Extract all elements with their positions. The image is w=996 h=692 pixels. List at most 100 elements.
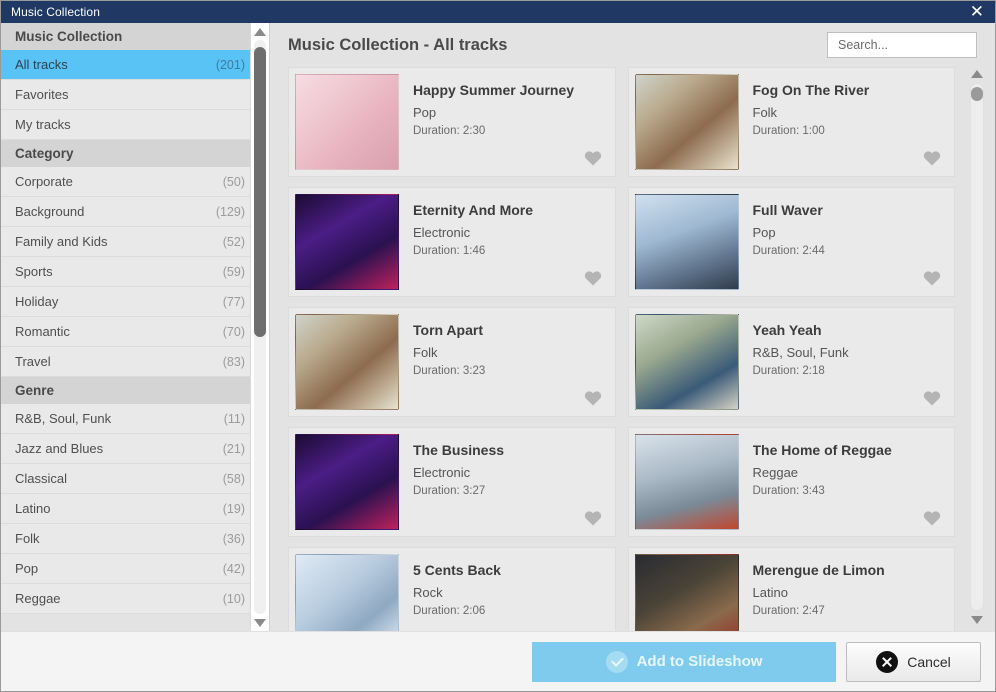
track-duration: Duration: 3:23 [413, 365, 486, 377]
sidebar-section-header: Genre [1, 377, 259, 404]
sidebar-item-count: (83) [222, 354, 245, 369]
track-card[interactable]: Torn Apart Folk Duration: 3:23 [288, 307, 616, 417]
cancel-label: Cancel [907, 653, 951, 670]
sidebar-item-latino[interactable]: Latino (19) [1, 494, 259, 524]
favorite-heart-icon[interactable] [584, 510, 602, 526]
sidebar-item-label: Romantic [15, 324, 70, 339]
favorite-heart-icon[interactable] [923, 510, 941, 526]
sidebar-item-count: (21) [222, 441, 245, 456]
sidebar-item-background[interactable]: Background (129) [1, 197, 259, 227]
track-duration: Duration: 3:27 [413, 485, 486, 497]
scroll-down-icon[interactable] [251, 614, 269, 631]
sidebar-item-jazz-and-blues[interactable]: Jazz and Blues (21) [1, 434, 259, 464]
tracks-scroll-thumb[interactable] [971, 87, 983, 101]
sidebar-scroll-thumb[interactable] [254, 47, 266, 337]
track-genre: R&B, Soul, Funk [752, 345, 849, 360]
track-card[interactable]: Eternity And More Electronic Duration: 1:4… [288, 187, 616, 297]
track-genre: Electronic [413, 465, 471, 480]
sidebar-item-label: Folk [15, 531, 40, 546]
sidebar-item-label: Classical [15, 471, 68, 486]
track-title: Merengue de Limon [752, 562, 885, 578]
track-card[interactable]: Yeah Yeah R&B, Soul, Funk Duration: 2:18 [627, 307, 955, 417]
sidebar-item-label: Sports [15, 264, 53, 279]
sidebar-item-count: (19) [222, 501, 245, 516]
track-card[interactable]: Merengue de Limon Latino Duration: 2:47 [627, 547, 955, 631]
sidebar-section-header: Music Collection [1, 23, 259, 50]
sidebar-item-count: (58) [222, 471, 245, 486]
sidebar-item-reggae[interactable]: Reggae (10) [1, 584, 259, 614]
track-duration: Duration: 2:06 [413, 605, 486, 617]
track-artwork [634, 434, 739, 530]
sidebar-item-label: R&B, Soul, Funk [15, 411, 112, 426]
search-input[interactable] [836, 37, 968, 53]
track-card[interactable]: The Business Electronic Duration: 3:27 [288, 427, 616, 537]
cancel-button[interactable]: Cancel [846, 641, 981, 682]
favorite-heart-icon[interactable] [923, 390, 941, 406]
close-circle-icon [876, 650, 899, 673]
close-icon[interactable]: ✕ [967, 3, 987, 21]
track-genre: Pop [413, 105, 437, 120]
track-artwork [634, 554, 739, 631]
sidebar-item-count: (50) [222, 174, 245, 189]
track-info: 5 Cents Back Rock Duration: 2:06 [405, 548, 615, 631]
sidebar-item-r-b-soul-funk[interactable]: R&B, Soul, Funk (11) [1, 404, 259, 434]
track-card[interactable]: 5 Cents Back Rock Duration: 2:06 [288, 547, 616, 631]
tracks-scrollbar[interactable] [967, 67, 987, 627]
scroll-up-icon[interactable] [251, 23, 269, 40]
sidebar-item-folk[interactable]: Folk (36) [1, 524, 259, 554]
sidebar-item-family-and-kids[interactable]: Family and Kids (52) [1, 227, 259, 257]
track-genre: Electronic [413, 225, 471, 240]
add-to-slideshow-button[interactable]: Add to Slideshow [532, 641, 836, 682]
sidebar-item-count: (201) [215, 57, 245, 72]
sidebar-item-classical[interactable]: Classical (58) [1, 464, 259, 494]
favorite-heart-icon[interactable] [923, 630, 941, 631]
track-info: Merengue de Limon Latino Duration: 2:47 [745, 548, 955, 631]
sidebar-scrollbar[interactable] [250, 23, 269, 631]
track-title: Yeah Yeah [752, 322, 822, 338]
sidebar-item-count: (10) [222, 591, 245, 606]
track-grid-viewport: Happy Summer Journey Pop Duration: 2:30 Fog… [270, 67, 995, 631]
track-card[interactable]: Full Waver Pop Duration: 2:44 [627, 187, 955, 297]
track-card[interactable]: Happy Summer Journey Pop Duration: 2:30 [288, 67, 616, 177]
sidebar-item-romantic[interactable]: Romantic (70) [1, 317, 259, 347]
sidebar-item-count: (129) [215, 204, 245, 219]
sidebar-item-label: Reggae [15, 591, 61, 606]
sidebar-item-travel[interactable]: Travel (83) [1, 347, 259, 377]
favorite-heart-icon[interactable] [923, 150, 941, 166]
favorite-heart-icon[interactable] [923, 270, 941, 286]
sidebar-item-corporate[interactable]: Corporate (50) [1, 167, 259, 197]
add-to-slideshow-label: Add to Slideshow [636, 653, 763, 670]
sidebar-item-label: Jazz and Blues [15, 441, 104, 456]
sidebar-item-count: (52) [222, 234, 245, 249]
sidebar-item-count: (77) [222, 294, 245, 309]
sidebar-item-count: (59) [222, 264, 245, 279]
track-title: Full Waver [752, 202, 823, 218]
favorite-heart-icon[interactable] [584, 390, 602, 406]
track-card[interactable]: Fog On The River Folk Duration: 1:00 [627, 67, 955, 177]
sidebar-item-label: Holiday [15, 294, 59, 309]
track-artwork [295, 314, 399, 410]
dialog-footer: Add to Slideshow Cancel [1, 631, 995, 691]
track-duration: Duration: 1:46 [413, 245, 486, 257]
sidebar-item-all-tracks[interactable]: All tracks (201) [1, 50, 259, 80]
sidebar-item-favorites[interactable]: Favorites [1, 80, 259, 110]
track-genre: Folk [413, 345, 438, 360]
track-duration: Duration: 2:30 [413, 125, 486, 137]
sidebar-item-label: Pop [15, 561, 39, 576]
sidebar-item-count: (36) [222, 531, 245, 546]
favorite-heart-icon[interactable] [584, 270, 602, 286]
favorite-heart-icon[interactable] [584, 630, 602, 631]
tracks-scroll-down-icon[interactable] [969, 613, 985, 627]
sidebar-item-sports[interactable]: Sports (59) [1, 257, 259, 287]
sidebar-item-my-tracks[interactable]: My tracks [1, 110, 259, 140]
tracks-scroll-track[interactable] [970, 83, 984, 611]
track-duration: Duration: 2:47 [752, 605, 825, 617]
sidebar-item-pop[interactable]: Pop (42) [1, 554, 259, 584]
track-card[interactable]: The Home of Reggae Reggae Duration: 3:43 [627, 427, 955, 537]
check-circle-icon [605, 650, 628, 673]
title-bar: Music Collection ✕ [1, 1, 995, 23]
favorite-heart-icon[interactable] [584, 150, 602, 166]
tracks-scroll-up-icon[interactable] [969, 67, 985, 81]
search-box[interactable] [827, 32, 977, 58]
sidebar-item-holiday[interactable]: Holiday (77) [1, 287, 259, 317]
